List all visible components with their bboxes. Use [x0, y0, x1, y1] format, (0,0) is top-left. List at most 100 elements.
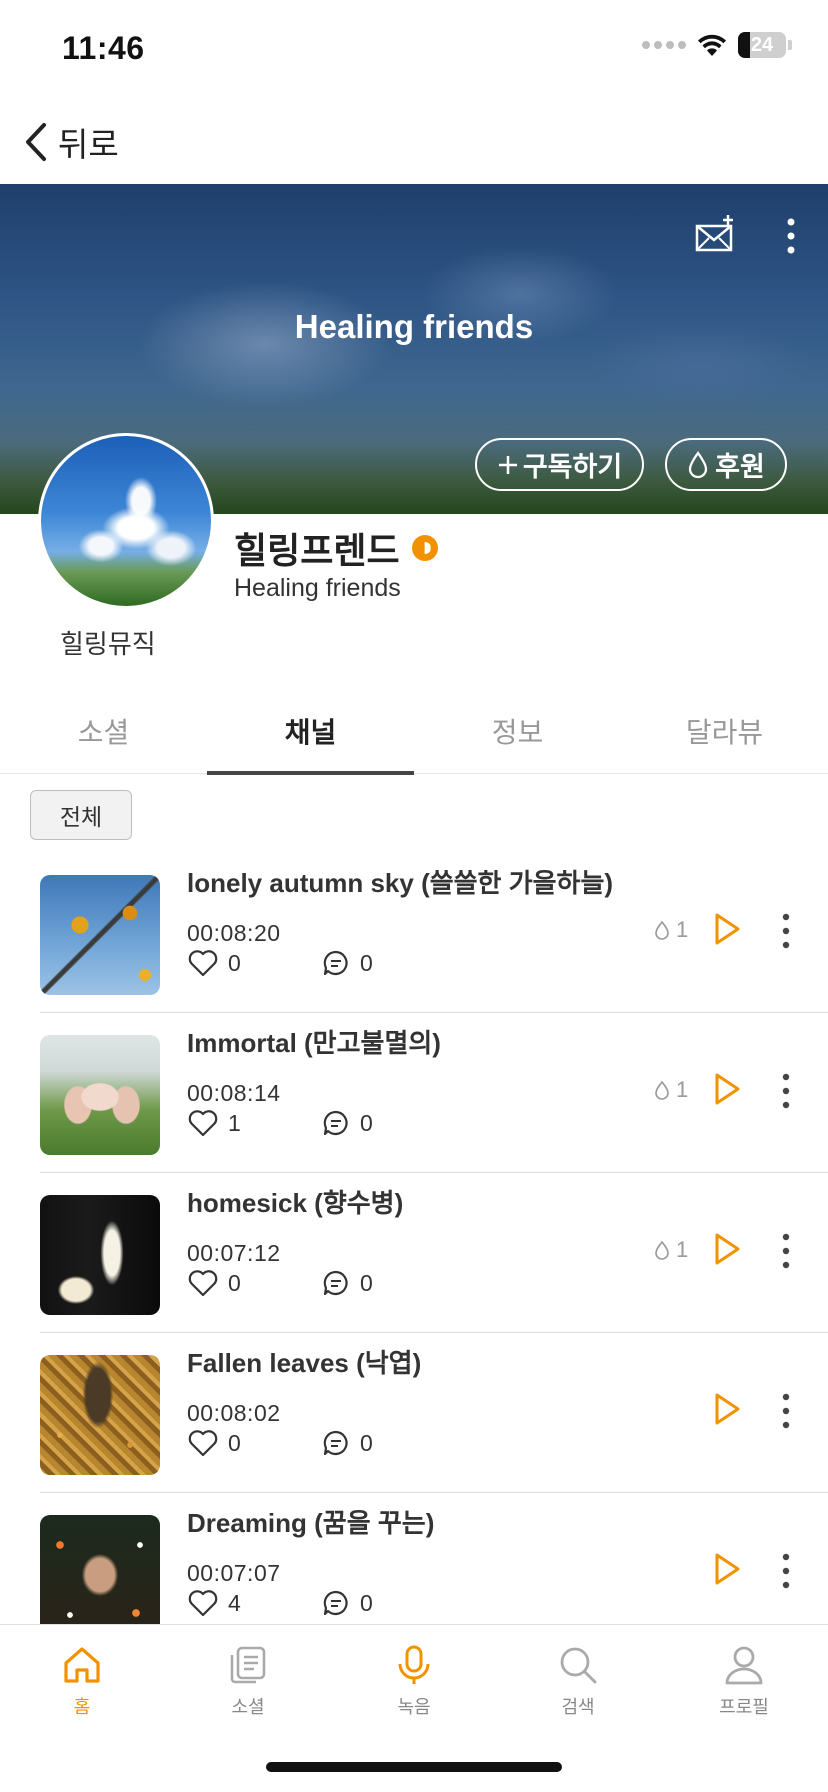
nav-bar: 뒤로	[0, 100, 828, 184]
track-item[interactable]: Immortal (만고불멸의) 00:08:14 1 0 1	[0, 1013, 828, 1173]
track-list: lonely autumn sky (쓸쓸한 가을하늘) 00:08:20 0 …	[0, 853, 828, 1625]
channel-more-button[interactable]	[776, 214, 806, 258]
like-count: 0	[228, 1269, 241, 1296]
channel-tabs: 소셜 채널 정보 달라뷰	[0, 688, 828, 775]
tab-info[interactable]: 정보	[414, 688, 621, 774]
comment-button[interactable]: 0	[322, 1589, 373, 1617]
play-button[interactable]	[712, 1551, 742, 1587]
filter-all-button[interactable]: 전체	[30, 790, 132, 840]
donate-button[interactable]: 후원	[665, 438, 787, 491]
track-more-button[interactable]	[776, 1231, 796, 1271]
comment-icon	[323, 1590, 348, 1616]
back-button[interactable]: 뒤로	[22, 118, 119, 166]
status-indicators: 24	[642, 32, 792, 58]
drop-count-value: 1	[676, 1237, 689, 1262]
donate-label: 후원	[715, 452, 765, 482]
comment-button[interactable]: 0	[322, 1109, 373, 1137]
tab-channel[interactable]: 채널	[207, 688, 414, 775]
channel-subtitle: Healing friends	[234, 574, 401, 602]
bottom-tab-home[interactable]: 홈	[22, 1643, 142, 1719]
play-icon	[715, 1553, 740, 1585]
bottom-tab-profile[interactable]: 프로필	[684, 1643, 804, 1719]
channel-avatar[interactable]	[38, 433, 214, 609]
play-button[interactable]	[712, 1391, 742, 1427]
mic-icon	[398, 1645, 430, 1684]
battery-icon: 24	[738, 32, 786, 58]
more-vertical-icon	[782, 1073, 790, 1109]
bottom-tab-record[interactable]: 녹음	[354, 1643, 474, 1719]
like-count: 4	[228, 1589, 241, 1616]
mail-plus-icon	[695, 215, 733, 252]
subscribe-label: 구독하기	[522, 452, 623, 482]
more-vertical-icon	[787, 218, 795, 254]
more-vertical-icon	[782, 1393, 790, 1429]
track-more-button[interactable]	[776, 1391, 796, 1431]
track-thumbnail	[40, 1035, 160, 1155]
track-item[interactable]: lonely autumn sky (쓸쓸한 가을하늘) 00:08:20 0 …	[0, 853, 828, 1013]
home-icon	[64, 1647, 100, 1683]
track-thumbnail	[40, 1355, 160, 1475]
track-item[interactable]: Fallen leaves (낙엽) 00:08:02 0 0	[0, 1333, 828, 1493]
track-item[interactable]: homesick (향수병) 00:07:12 0 0 1	[0, 1173, 828, 1333]
track-more-button[interactable]	[776, 1071, 796, 1111]
comment-count: 0	[360, 1589, 373, 1616]
drop-count: 1	[654, 1077, 688, 1103]
track-duration: 00:07:07	[187, 1560, 281, 1586]
comment-icon	[323, 1110, 348, 1136]
like-count: 1	[228, 1109, 241, 1136]
play-icon	[715, 1393, 740, 1425]
social-icon	[230, 1646, 266, 1684]
battery-level: 24	[750, 34, 774, 56]
play-button[interactable]	[712, 1071, 742, 1107]
status-bar: 11:46 24	[0, 0, 828, 100]
banner-title: Healing friends	[294, 308, 534, 345]
track-title: homesick (향수병)	[187, 1188, 404, 1218]
track-more-button[interactable]	[776, 1551, 796, 1591]
play-button[interactable]	[712, 1231, 742, 1267]
more-vertical-icon	[782, 1233, 790, 1269]
heart-icon	[188, 1270, 218, 1297]
bottom-tab-label: 소셜	[231, 1697, 265, 1717]
channel-name-row: 힐링프렌드	[234, 522, 438, 574]
tab-dallaview[interactable]: 달라뷰	[621, 688, 828, 774]
track-more-button[interactable]	[776, 911, 796, 951]
bottom-tab-social[interactable]: 소셜	[188, 1643, 308, 1719]
heart-icon	[188, 1110, 218, 1137]
comment-count: 0	[360, 949, 373, 976]
drop-count: 1	[654, 1237, 688, 1263]
track-duration: 00:08:02	[187, 1400, 281, 1426]
track-item[interactable]: Dreaming (꿈을 꾸는) 00:07:07 4 0	[0, 1493, 828, 1625]
drop-count-value: 1	[676, 917, 689, 942]
comment-icon	[323, 950, 348, 976]
track-title: Dreaming (꿈을 꾸는)	[187, 1508, 435, 1538]
comment-count: 0	[360, 1109, 373, 1136]
bottom-tab-search[interactable]: 검색	[518, 1643, 638, 1719]
heart-icon	[188, 1430, 218, 1457]
comment-count: 0	[360, 1269, 373, 1296]
plus-icon	[498, 455, 517, 474]
like-button[interactable]: 4	[188, 1589, 241, 1617]
channel-name: 힐링프렌드	[234, 530, 400, 571]
home-indicator	[266, 1762, 562, 1772]
track-title: lonely autumn sky (쓸쓸한 가을하늘)	[187, 868, 614, 898]
subscribe-button[interactable]: 구독하기	[475, 438, 644, 491]
track-thumbnail	[40, 1515, 160, 1625]
track-title: Fallen leaves (낙엽)	[187, 1348, 422, 1378]
like-button[interactable]: 0	[188, 1429, 241, 1457]
chevron-left-icon	[26, 123, 46, 161]
like-button[interactable]: 1	[188, 1109, 241, 1137]
play-button[interactable]	[712, 911, 742, 947]
like-button[interactable]: 0	[188, 949, 241, 977]
bottom-tab-label: 검색	[561, 1697, 595, 1717]
track-duration: 00:07:12	[187, 1240, 281, 1266]
comment-button[interactable]: 0	[322, 1429, 373, 1457]
comment-button[interactable]: 0	[322, 949, 373, 977]
tab-social[interactable]: 소셜	[0, 688, 207, 774]
play-icon	[715, 1073, 740, 1105]
comment-button[interactable]: 0	[322, 1269, 373, 1297]
drop-icon	[655, 1080, 669, 1100]
comment-icon	[323, 1270, 348, 1296]
message-button[interactable]	[694, 214, 738, 254]
comment-count: 0	[360, 1429, 373, 1456]
like-button[interactable]: 0	[188, 1269, 241, 1297]
